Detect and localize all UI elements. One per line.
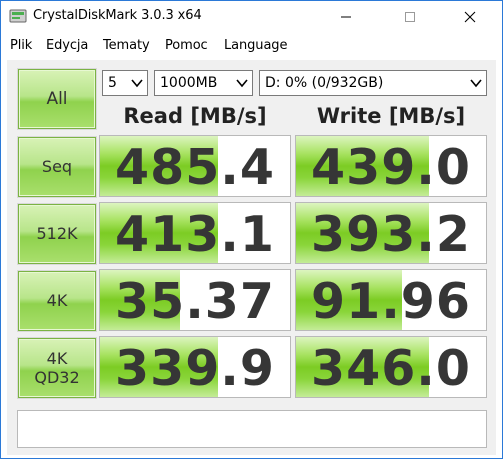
seq-read-result: 485.4 — [99, 135, 291, 197]
test-size-value: 1000MB — [160, 75, 218, 91]
menu-plik[interactable]: Plik — [10, 38, 32, 53]
close-button[interactable] — [447, 1, 493, 32]
minimize-icon — [341, 16, 351, 17]
menu-tematy[interactable]: Tematy — [103, 38, 150, 53]
minimize-button[interactable] — [323, 1, 369, 32]
test-size-select[interactable]: 1000MB — [154, 70, 253, 96]
512k-test-button[interactable]: 512K — [18, 204, 96, 264]
4k-read-result: 35.37 — [99, 269, 291, 331]
seq-test-button[interactable]: Seq — [18, 137, 96, 197]
title-bar[interactable]: CrystalDiskMark 3.0.3 x64 — [1, 1, 502, 32]
read-column-header: Read [MB/s] — [123, 104, 267, 128]
chevron-down-icon — [470, 79, 482, 88]
512k-write-value: 393.2 — [311, 206, 471, 263]
maximize-icon — [405, 11, 415, 22]
4k-qd32-test-button[interactable]: 4K QD32 — [18, 338, 96, 398]
512k-write-result: 393.2 — [295, 202, 487, 264]
4k-qd32-write-value: 346.0 — [311, 340, 471, 397]
maximize-button[interactable] — [387, 1, 433, 32]
close-icon — [464, 11, 476, 22]
window-title: CrystalDiskMark 3.0.3 x64 — [33, 8, 202, 23]
chevron-down-icon — [236, 79, 248, 88]
4k-write-value: 91.96 — [311, 273, 471, 330]
drive-value: D: 0% (0/932GB) — [265, 75, 384, 91]
comment-box[interactable] — [17, 410, 487, 448]
seq-write-result: 439.0 — [295, 135, 487, 197]
menu-pomoc[interactable]: Pomoc — [165, 38, 208, 53]
runs-select[interactable]: 5 — [102, 70, 148, 96]
menu-edycja[interactable]: Edycja — [46, 38, 88, 53]
write-column-header: Write [MB/s] — [316, 104, 466, 128]
app-window: CrystalDiskMark 3.0.3 x64 Plik Edycja Te… — [0, 0, 503, 459]
4k-test-button[interactable]: 4K — [18, 271, 96, 331]
menu-language[interactable]: Language — [224, 38, 287, 53]
runs-value: 5 — [108, 75, 117, 91]
menu-bar: Plik Edycja Tematy Pomoc Language — [1, 32, 502, 60]
4k-qd32-read-result: 339.9 — [99, 336, 291, 398]
crystaldiskmark-app-icon — [9, 9, 27, 23]
4k-write-result: 91.96 — [295, 269, 487, 331]
chevron-down-icon — [131, 79, 143, 88]
4k-read-value: 35.37 — [115, 273, 275, 330]
4k-qd32-read-value: 339.9 — [115, 340, 275, 397]
seq-read-value: 485.4 — [115, 139, 275, 196]
512k-read-value: 413.1 — [115, 206, 275, 263]
4k-qd32-write-result: 346.0 — [295, 336, 487, 398]
seq-write-value: 439.0 — [311, 139, 471, 196]
all-button[interactable]: All — [18, 69, 96, 129]
512k-read-result: 413.1 — [99, 202, 291, 264]
drive-select[interactable]: D: 0% (0/932GB) — [259, 70, 487, 96]
